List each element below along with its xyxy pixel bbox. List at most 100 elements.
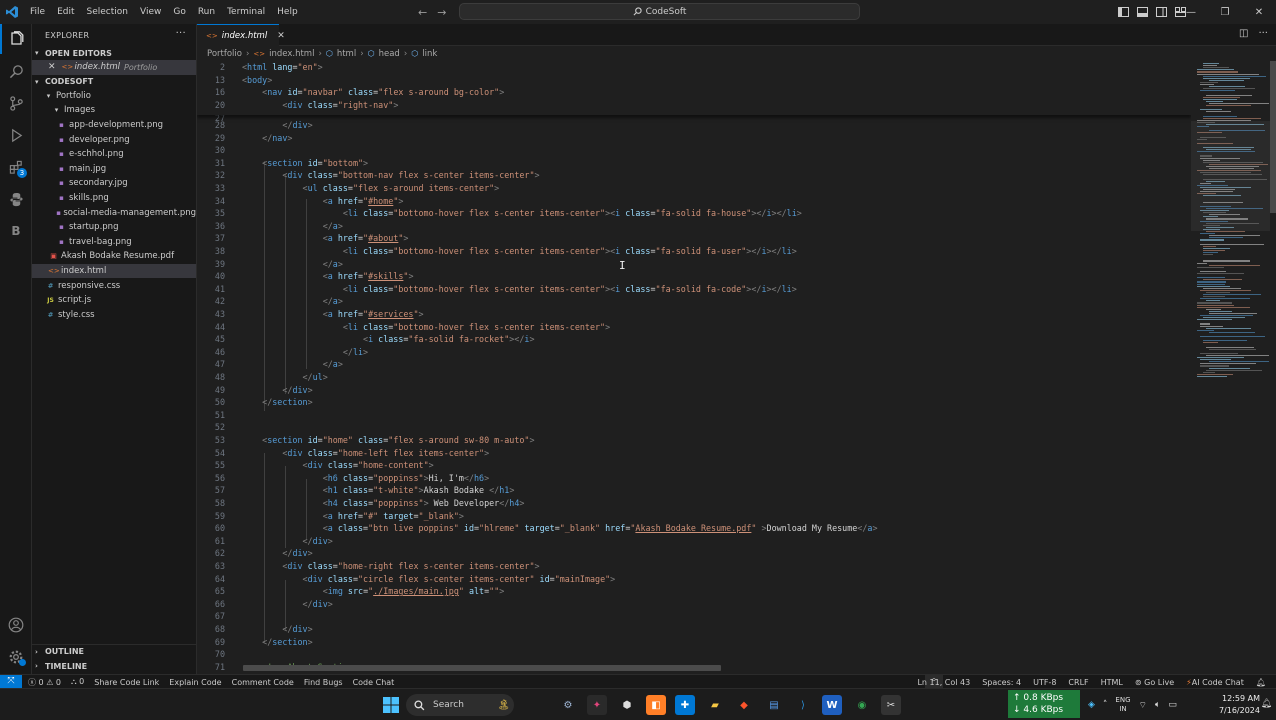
extensions-icon[interactable]: 3 xyxy=(0,152,32,182)
python-icon[interactable] xyxy=(0,184,32,214)
volume-icon[interactable]: 🔈︎ xyxy=(1155,700,1160,710)
github-desktop-icon[interactable]: ⬢ xyxy=(617,695,637,715)
tray-app-icon[interactable]: ◈ xyxy=(1088,700,1095,710)
restore-icon[interactable]: ❐ xyxy=(1208,0,1242,24)
chrome-icon[interactable]: ◉ xyxy=(852,695,872,715)
file-item[interactable]: ▪ app-development.png xyxy=(32,118,196,133)
file-item[interactable]: # responsive.css xyxy=(32,278,196,293)
wifi-icon[interactable]: ⌔ xyxy=(1139,700,1147,711)
file-encoding[interactable]: UTF-8 xyxy=(1033,678,1056,687)
ai-code-chat-button[interactable]: ⚡AI Code Chat xyxy=(1186,678,1244,687)
chevron-up-icon[interactable]: ˄ xyxy=(1103,700,1108,710)
split-editor-icon[interactable]: ◫ xyxy=(1239,28,1248,39)
breadcrumb-item[interactable]: head xyxy=(379,49,400,59)
settings-gear-icon[interactable] xyxy=(0,642,32,672)
close-icon[interactable]: ✕ xyxy=(48,62,56,72)
indentation[interactable]: Spaces: 4 xyxy=(982,678,1021,687)
timeline-section[interactable]: › TIMELINE xyxy=(32,659,197,673)
minimap-viewport[interactable] xyxy=(1191,121,1270,231)
cursor-position[interactable]: Ln 11, Col 43 xyxy=(917,678,970,687)
clock[interactable]: 12:59 AM 7/16/2024 xyxy=(1219,693,1260,717)
file-item[interactable]: ▪ secondary.jpg xyxy=(32,176,196,191)
network-speed-widget[interactable]: ↑ 0.8 KBps ↓ 4.6 KBps xyxy=(1008,690,1080,718)
go-live-button[interactable]: ⊚ Go Live xyxy=(1135,678,1174,687)
toggle-panel-icon[interactable] xyxy=(1137,7,1148,17)
status-code-chat[interactable]: Code Chat xyxy=(353,678,395,687)
file-item[interactable]: ▪ travel-bag.png xyxy=(32,235,196,250)
run-debug-icon[interactable] xyxy=(0,120,32,150)
menu-help[interactable]: Help xyxy=(271,0,304,24)
notifications-bell-icon[interactable]: 🔔︎ xyxy=(1256,678,1266,687)
file-item[interactable]: # style.css xyxy=(32,308,196,323)
workspace-section[interactable]: ▾ CODESOFT xyxy=(32,75,196,89)
toggle-secondary-sidebar-icon[interactable] xyxy=(1156,7,1167,17)
explorer-icon[interactable] xyxy=(0,24,32,54)
breadcrumb-item[interactable]: link xyxy=(422,49,437,59)
status-share-code-link[interactable]: Share Code Link xyxy=(94,678,159,687)
file-item[interactable]: ▪ developer.png xyxy=(32,132,196,147)
menu-selection[interactable]: Selection xyxy=(81,0,134,24)
language-indicator[interactable]: ENG IN xyxy=(1115,696,1130,714)
windows-start-icon[interactable] xyxy=(381,695,401,715)
settings-app-icon[interactable]: ⚙ xyxy=(558,695,578,715)
vertical-scrollbar[interactable] xyxy=(1270,61,1276,213)
file-item[interactable]: ▣ Akash Bodake Resume.pdf xyxy=(32,249,196,264)
status-explain-code[interactable]: Explain Code xyxy=(169,678,221,687)
file-item[interactable]: ▪ main.jpg xyxy=(32,162,196,177)
end-of-line[interactable]: CRLF xyxy=(1068,678,1088,687)
breadcrumb-item[interactable]: Portfolio xyxy=(207,49,242,59)
forward-arrow-icon[interactable]: → xyxy=(437,6,446,19)
menu-edit[interactable]: Edit xyxy=(51,0,80,24)
menu-go[interactable]: Go xyxy=(167,0,191,24)
problems-indicator[interactable]: ⓧ 0 ⚠ 0 xyxy=(28,677,61,688)
minimap[interactable] xyxy=(1191,61,1276,674)
brave-browser-icon[interactable]: ◆ xyxy=(734,695,754,715)
figma-icon[interactable]: ✦ xyxy=(587,695,607,715)
more-actions-icon[interactable]: ··· xyxy=(176,28,186,39)
open-editor-item[interactable]: ✕ <> index.html Portfolio xyxy=(32,60,196,75)
snipping-tool-icon[interactable]: ✂ xyxy=(881,695,901,715)
battery-icon[interactable]: ▭ xyxy=(1168,700,1177,710)
search-icon[interactable] xyxy=(0,56,32,86)
status-find-bugs[interactable]: Find Bugs xyxy=(304,678,343,687)
close-tab-icon[interactable]: ✕ xyxy=(277,31,285,41)
file-item[interactable]: ▪ e-schhol.png xyxy=(32,147,196,162)
folder-portfolio[interactable]: ▾ Portfolio xyxy=(32,89,196,104)
notification-center-icon[interactable]: 🔔︎ xyxy=(1261,699,1272,709)
file-item[interactable]: ▪ social-media-management.png xyxy=(32,205,196,220)
file-item[interactable]: ▪ skills.png xyxy=(32,191,196,206)
outline-section[interactable]: › OUTLINE xyxy=(32,644,197,658)
open-editors-section[interactable]: ▾ OPEN EDITORS xyxy=(32,46,196,60)
vscode-taskbar-icon[interactable]: ⟩ xyxy=(793,695,813,715)
minimize-icon[interactable]: — xyxy=(1174,0,1208,24)
source-control-icon[interactable] xyxy=(0,88,32,118)
ports-indicator[interactable]: ⛬ 0 xyxy=(71,677,84,687)
account-icon[interactable] xyxy=(0,610,32,640)
menu-run[interactable]: Run xyxy=(192,0,221,24)
file-explorer-icon[interactable]: ▰ xyxy=(705,695,725,715)
status-comment-code[interactable]: Comment Code xyxy=(232,678,294,687)
menu-view[interactable]: View xyxy=(134,0,167,24)
notepad-icon[interactable]: ▤ xyxy=(764,695,784,715)
horizontal-scrollbar[interactable] xyxy=(243,665,721,671)
bold-b-extension-icon[interactable]: B xyxy=(0,216,32,246)
remote-window-icon[interactable]: ⤧ xyxy=(0,675,22,689)
command-center-search[interactable]: CodeSoft xyxy=(459,3,860,20)
file-item-selected[interactable]: <> index.html xyxy=(32,263,196,279)
folder-images[interactable]: ▾ Images xyxy=(32,103,196,118)
blue-app-icon[interactable]: ✚ xyxy=(675,695,695,715)
back-arrow-icon[interactable]: ← xyxy=(418,6,427,19)
menu-terminal[interactable]: Terminal xyxy=(221,0,271,24)
breadcrumb-item[interactable]: html xyxy=(337,49,356,59)
code-editor[interactable]: 2 <html lang="en"> 13 <body> 16 <nav id=… xyxy=(197,61,1191,674)
close-window-icon[interactable]: ✕ xyxy=(1242,0,1276,24)
language-mode[interactable]: HTML xyxy=(1101,678,1123,687)
word-icon[interactable]: W xyxy=(822,695,842,715)
file-item[interactable]: JS script.js xyxy=(32,293,196,308)
sticky-scroll[interactable]: 2 <html lang="en"> 13 <body> 16 <nav id=… xyxy=(197,61,1191,115)
orange-app-icon[interactable]: ◧ xyxy=(646,695,666,715)
taskbar-search[interactable]: Search 🏝︎ xyxy=(406,694,514,716)
breadcrumb-item[interactable]: index.html xyxy=(269,49,314,59)
tab-index-html[interactable]: <> index.html ✕ xyxy=(197,24,285,46)
file-item[interactable]: ▪ startup.png xyxy=(32,220,196,235)
